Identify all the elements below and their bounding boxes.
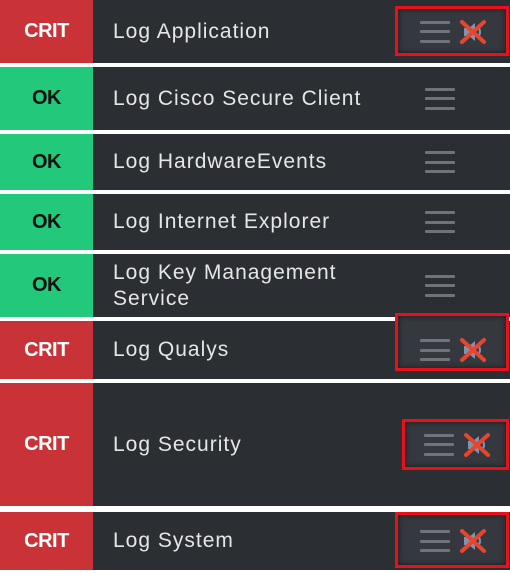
status-badge: OK xyxy=(0,67,93,130)
hamburger-menu-icon[interactable] xyxy=(425,211,455,233)
row-actions xyxy=(420,526,488,556)
service-row: CRIT Log Security xyxy=(0,383,510,506)
row-actions xyxy=(420,335,488,365)
service-name[interactable]: Log System xyxy=(113,512,383,570)
service-row: CRIT Log Application xyxy=(0,0,510,63)
hamburger-menu-icon[interactable] xyxy=(425,274,455,297)
hamburger-menu-icon[interactable] xyxy=(420,20,450,43)
service-row: CRIT Log System xyxy=(0,512,510,570)
status-badge: CRIT xyxy=(0,0,93,63)
service-row: OK Log Key Management Service xyxy=(0,254,510,317)
service-name[interactable]: Log Internet Explorer xyxy=(113,194,383,250)
row-actions xyxy=(424,430,492,460)
service-row: OK Log Internet Explorer xyxy=(0,194,510,250)
hamburger-menu-icon[interactable] xyxy=(420,530,450,552)
row-actions xyxy=(425,87,455,110)
status-badge: OK xyxy=(0,194,93,250)
row-actions xyxy=(425,211,455,233)
hamburger-menu-icon[interactable] xyxy=(425,87,455,110)
service-name[interactable]: Log Security xyxy=(113,383,383,506)
row-actions xyxy=(420,17,488,47)
speaker-muted-icon[interactable] xyxy=(458,17,488,47)
service-name[interactable]: Log HardwareEvents xyxy=(113,134,383,190)
hamburger-menu-icon[interactable] xyxy=(420,339,450,361)
service-name[interactable]: Log Key Management Service xyxy=(113,254,383,317)
status-badge: OK xyxy=(0,254,93,317)
speaker-muted-icon[interactable] xyxy=(458,335,488,365)
status-badge: CRIT xyxy=(0,321,93,379)
status-badge: OK xyxy=(0,134,93,190)
status-badge: CRIT xyxy=(0,383,93,506)
row-actions xyxy=(425,274,455,297)
service-row: OK Log Cisco Secure Client xyxy=(0,67,510,130)
status-badge: CRIT xyxy=(0,512,93,570)
service-row: OK Log HardwareEvents xyxy=(0,134,510,190)
row-actions xyxy=(425,151,455,173)
service-name[interactable]: Log Application xyxy=(113,0,383,63)
service-name[interactable]: Log Qualys xyxy=(113,321,383,379)
speaker-muted-icon[interactable] xyxy=(462,430,492,460)
service-name[interactable]: Log Cisco Secure Client xyxy=(113,67,383,130)
speaker-muted-icon[interactable] xyxy=(458,526,488,556)
hamburger-menu-icon[interactable] xyxy=(425,151,455,173)
hamburger-menu-icon[interactable] xyxy=(424,433,454,456)
service-row: CRIT Log Qualys xyxy=(0,313,510,379)
